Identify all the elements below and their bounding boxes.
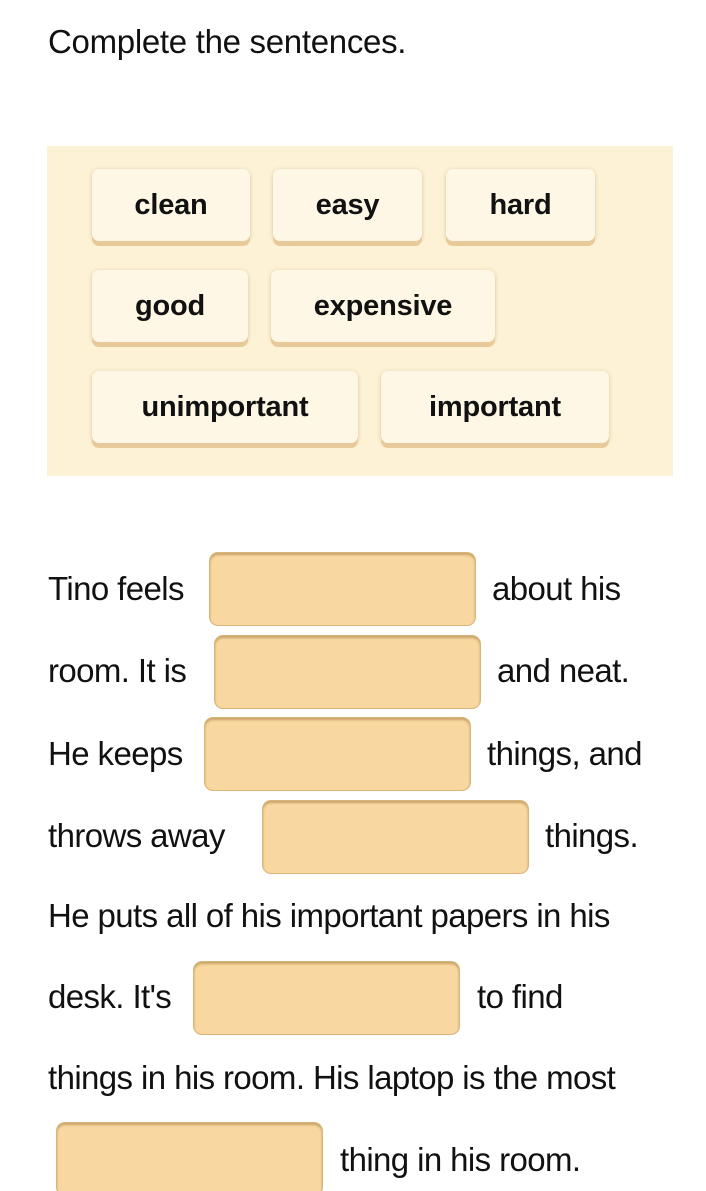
sentence-text: He keeps	[48, 735, 183, 772]
sentence-text: about his	[492, 570, 621, 607]
word-tile-clean[interactable]: clean	[92, 169, 250, 241]
blank-drop-zone-5[interactable]	[194, 962, 459, 1034]
sentence-text: things in his room. His laptop is the mo…	[48, 1059, 616, 1096]
sentence-text: thing in his room.	[340, 1141, 581, 1178]
blank-drop-zone-6[interactable]	[57, 1123, 322, 1191]
word-tile-hard[interactable]: hard	[446, 169, 595, 241]
word-tile-important[interactable]: important	[381, 371, 609, 443]
blank-drop-zone-4[interactable]	[263, 801, 528, 873]
word-bank: clean easy hard good expensive unimporta…	[47, 146, 673, 476]
sentence-text: He puts all of his important papers in h…	[48, 897, 610, 934]
sentence-text: things, and	[487, 735, 642, 772]
word-tile-good[interactable]: good	[92, 270, 248, 342]
instruction-heading: Complete the sentences.	[48, 23, 407, 60]
sentence-text: room. It is	[48, 652, 187, 689]
exercise-page: Complete the sentences. clean easy hard …	[0, 0, 706, 1191]
word-tile-unimportant[interactable]: unimportant	[92, 371, 358, 443]
sentence-text: Tino feels	[48, 570, 184, 607]
word-tile-easy[interactable]: easy	[273, 169, 422, 241]
blank-drop-zone-2[interactable]	[215, 636, 480, 708]
sentence-text: desk. It's	[48, 978, 172, 1015]
blank-drop-zone-3[interactable]	[205, 718, 470, 790]
sentence-text: and neat.	[497, 652, 630, 689]
blank-drop-zone-1[interactable]	[210, 553, 475, 625]
word-tile-expensive[interactable]: expensive	[271, 270, 495, 342]
sentence-text: throws away	[48, 817, 225, 854]
sentence-text: to find	[477, 978, 563, 1015]
sentence-text: things.	[545, 817, 639, 854]
